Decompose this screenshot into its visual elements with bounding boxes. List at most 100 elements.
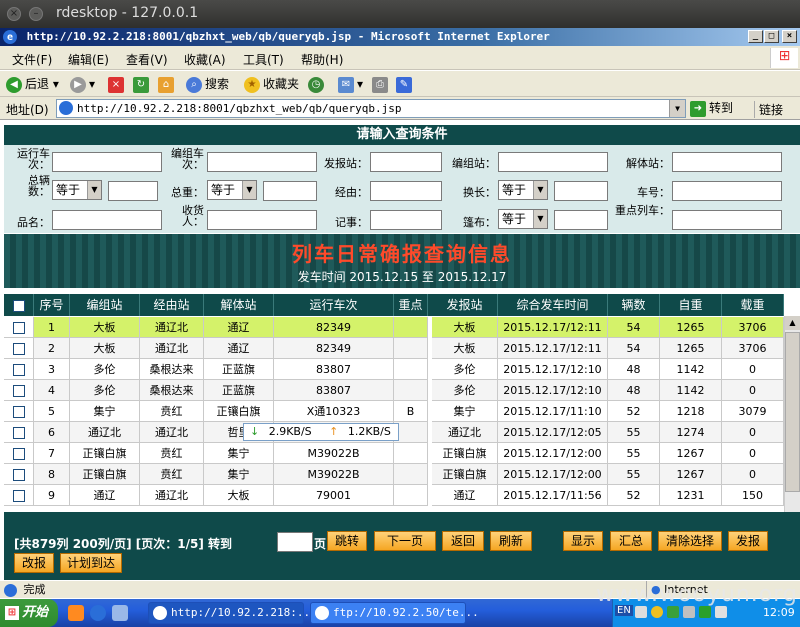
row-checkbox[interactable] xyxy=(12,343,25,355)
menu-favorites[interactable]: 收藏(A) xyxy=(184,51,226,68)
taskbar-item-ftp[interactable]: ftp://10.92.2.50/te... xyxy=(310,602,479,624)
modify-report-button[interactable]: 改报 xyxy=(14,553,54,573)
start-button[interactable]: ⊞ 开始 xyxy=(0,599,58,627)
tray-app-icon[interactable] xyxy=(651,606,663,618)
maximize-button[interactable]: □ xyxy=(764,30,779,43)
row-checkbox[interactable] xyxy=(12,385,25,397)
table-row[interactable]: 5 集宁 贲红 正镶白旗 X通10323 B 集宁 2015.12.17/11:10 52 121… xyxy=(4,401,784,422)
scroll-up-icon[interactable]: ▲ xyxy=(785,316,800,330)
zls-op-select[interactable]: 等于 ▼ xyxy=(52,180,102,200)
table-row[interactable]: 2 大板 通辽北 通辽 82349 大板 2015.12.17/12:11 54 1265 370… xyxy=(4,338,784,359)
row-checkbox[interactable] xyxy=(12,406,25,418)
go-button[interactable]: ➜ 转到 xyxy=(690,99,733,117)
table-row[interactable]: 1 大板 通辽北 通辽 82349 大板 2015.12.17/12:11 54 1265 370… xyxy=(4,317,784,338)
next-page-button[interactable]: 下一页 xyxy=(374,531,436,551)
pb-op-select[interactable]: 等于 ▼ xyxy=(498,209,548,229)
search-button[interactable]: ⌕ 搜索 xyxy=(186,75,229,93)
back-button-page[interactable]: 返回 xyxy=(442,531,484,551)
ch-input[interactable] xyxy=(672,181,782,201)
select-all-checkbox-cell[interactable] xyxy=(4,294,34,316)
page-jump-input[interactable] xyxy=(277,532,313,552)
print-button[interactable]: ⎙ xyxy=(372,75,391,93)
row-checkbox[interactable] xyxy=(12,448,25,460)
address-dropdown-icon[interactable]: ▼ xyxy=(669,100,685,117)
row-checkbox-cell[interactable] xyxy=(4,464,34,485)
home-button[interactable]: ⌂ xyxy=(158,75,177,93)
bzz-input[interactable] xyxy=(498,152,608,172)
shr-input[interactable] xyxy=(207,210,317,230)
links-button[interactable]: 链接 xyxy=(754,101,783,118)
forward-button[interactable]: ▶ ▾ xyxy=(70,75,95,93)
fbz-input[interactable] xyxy=(370,152,442,172)
yxcc-input[interactable] xyxy=(52,152,162,172)
row-checkbox-cell[interactable] xyxy=(4,443,34,464)
row-checkbox-cell[interactable] xyxy=(4,422,34,443)
table-row[interactable]: 3 多伦 桑根达来 正蓝旗 83807 多伦 2015.12.17/12:10 48 1142 0 xyxy=(4,359,784,380)
hc-input[interactable] xyxy=(554,181,608,201)
clear-selection-button[interactable]: 清除选择 xyxy=(658,531,722,551)
tray-volume-icon[interactable] xyxy=(683,606,695,618)
table-row[interactable]: 9 通辽 通辽北 大板 79001 通辽 2015.12.17/11:56 52 1231 150 xyxy=(4,485,784,506)
refresh-button[interactable]: ↻ xyxy=(133,75,152,93)
zz-op-select[interactable]: 等于 ▼ xyxy=(207,180,257,200)
js-input[interactable] xyxy=(370,210,442,230)
row-checkbox-cell[interactable] xyxy=(4,401,34,422)
bzcc-input[interactable] xyxy=(207,152,317,172)
close-icon[interactable]: × xyxy=(7,7,21,21)
quicklaunch-desktop-icon[interactable] xyxy=(68,605,84,621)
row-checkbox[interactable] xyxy=(12,469,25,481)
stop-button[interactable]: × xyxy=(108,75,127,93)
close-button[interactable]: × xyxy=(782,30,797,43)
quicklaunch-explorer-icon[interactable] xyxy=(112,605,128,621)
summary-button[interactable]: 汇总 xyxy=(610,531,652,551)
tray-app-icon[interactable] xyxy=(635,606,647,618)
jtz-input[interactable] xyxy=(672,152,782,172)
minimize-icon[interactable]: – xyxy=(29,7,43,21)
row-checkbox[interactable] xyxy=(12,364,25,376)
row-checkbox[interactable] xyxy=(12,322,25,334)
menu-help[interactable]: 帮助(H) xyxy=(301,51,343,68)
jy-input[interactable] xyxy=(370,181,442,201)
menu-tools[interactable]: 工具(T) xyxy=(243,51,284,68)
mail-button[interactable]: ✉ ▾ xyxy=(338,75,363,93)
show-button[interactable]: 显示 xyxy=(563,531,603,551)
pb-input[interactable] xyxy=(554,210,608,230)
menu-edit[interactable]: 编辑(E) xyxy=(68,51,109,68)
menu-file[interactable]: 文件(F) xyxy=(12,51,52,68)
send-report-button[interactable]: 发报 xyxy=(728,531,768,551)
favorites-button[interactable]: ★ 收藏夹 xyxy=(244,75,299,93)
query-form: 运行车次： 编组车次： 发报站： 编组站： 解体站： 总辆数： 等于 ▼ 总重： … xyxy=(4,145,800,233)
row-checkbox-cell[interactable] xyxy=(4,485,34,506)
row-checkbox[interactable] xyxy=(12,490,25,502)
row-checkbox-cell[interactable] xyxy=(4,380,34,401)
table-row[interactable]: 7 正镶白旗 贲红 集宁 M39022B 正镶白旗 2015.12.17/12:00 55 12… xyxy=(4,443,784,464)
history-button[interactable]: ◷ xyxy=(308,75,327,93)
quicklaunch-ie-icon[interactable] xyxy=(90,605,106,621)
select-all-checkbox[interactable] xyxy=(12,299,25,312)
tray-app-icon[interactable] xyxy=(715,606,727,618)
scroll-thumb[interactable] xyxy=(785,332,800,492)
row-checkbox[interactable] xyxy=(12,427,25,439)
edit-page-button[interactable]: ✎ xyxy=(396,75,415,93)
table-row[interactable]: 4 多伦 桑根达来 正蓝旗 83807 多伦 2015.12.17/12:10 48 1142 0 xyxy=(4,380,784,401)
minimize-button[interactable]: _ xyxy=(748,30,763,43)
planned-arrival-button[interactable]: 计划到达 xyxy=(60,553,122,573)
tray-shield-icon[interactable] xyxy=(699,606,711,618)
hc-op-select[interactable]: 等于 ▼ xyxy=(498,180,548,200)
table-row[interactable]: 8 正镶白旗 贲红 集宁 M39022B 正镶白旗 2015.12.17/12:00 55 12… xyxy=(4,464,784,485)
taskbar-item-ie[interactable]: http://10.92.2.218:... xyxy=(148,602,317,624)
address-input[interactable]: http://10.92.2.218:8001/qbzhxt_web/qb/qu… xyxy=(56,99,686,118)
back-button[interactable]: ◀ 后退 ▾ xyxy=(6,75,59,93)
table-scrollbar[interactable]: ▲ xyxy=(784,316,800,512)
row-checkbox-cell[interactable] xyxy=(4,359,34,380)
refresh-button-page[interactable]: 刷新 xyxy=(490,531,532,551)
row-checkbox-cell[interactable] xyxy=(4,317,34,338)
zdlc-input[interactable] xyxy=(672,210,782,230)
zz-input[interactable] xyxy=(263,181,317,201)
menu-view[interactable]: 查看(V) xyxy=(126,51,168,68)
row-checkbox-cell[interactable] xyxy=(4,338,34,359)
pm-input[interactable] xyxy=(52,210,162,230)
jump-button[interactable]: 跳转 xyxy=(327,531,367,551)
zls-input[interactable] xyxy=(108,181,158,201)
tray-network-icon[interactable] xyxy=(667,606,679,618)
